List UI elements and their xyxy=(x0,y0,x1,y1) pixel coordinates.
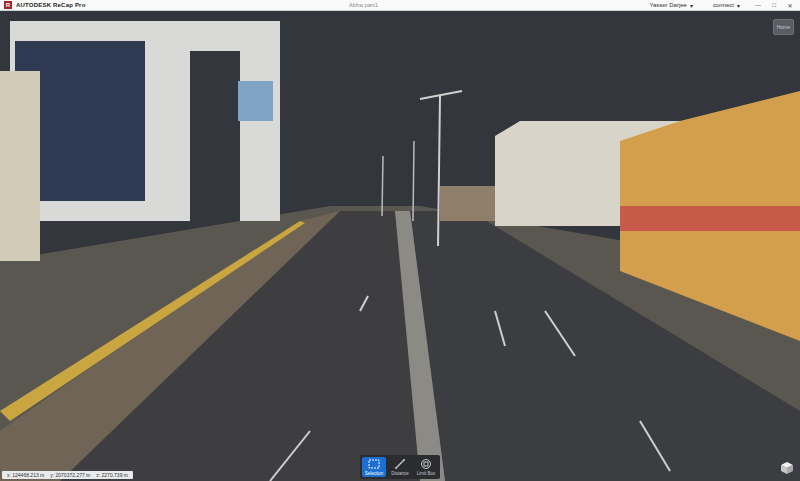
view-cube-icon[interactable] xyxy=(780,461,794,475)
tool-button[interactable]: Selection xyxy=(362,457,386,477)
point-cloud-viewport[interactable]: Home x: 124468.213 my: 2070372.277 mz: 22… xyxy=(0,11,800,481)
title-bar: R AUTODESK ReCap Pro Abha part1Yasser Darj… xyxy=(0,0,800,11)
app-name: AUTODESK ReCap Pro xyxy=(16,2,86,8)
limit-box-icon xyxy=(419,458,433,470)
user-menu[interactable]: Yasser Darjee▾ xyxy=(641,2,701,9)
coordinate-value: y: 2070372.277 m xyxy=(48,472,92,478)
tool-button[interactable]: Limit Box xyxy=(414,457,438,477)
point-cloud-scene xyxy=(0,11,800,481)
tool-button[interactable]: Distance xyxy=(388,457,412,477)
recap-window: R AUTODESK ReCap Pro Abha part1Yasser Darj… xyxy=(0,0,800,481)
coordinate-value: z: 2270.739 m xyxy=(94,472,130,478)
home-button[interactable]: Home xyxy=(773,19,794,35)
app-logo: R xyxy=(4,1,12,9)
coordinate-value: x: 124468.213 m xyxy=(5,472,46,478)
window-control[interactable]: ✕ xyxy=(784,2,796,9)
connect-menu[interactable]: connect▾ xyxy=(705,2,748,9)
document-title: Abha part1 xyxy=(90,2,638,8)
window-control[interactable]: — xyxy=(752,2,764,8)
distance-icon xyxy=(393,458,407,470)
coordinates-bar: x: 124468.213 my: 2070372.277 mz: 2270.7… xyxy=(2,471,133,479)
tool-bar: SelectionDistanceLimit Box xyxy=(360,455,440,479)
selection-icon xyxy=(367,458,381,470)
window-control[interactable]: □ xyxy=(768,2,780,8)
